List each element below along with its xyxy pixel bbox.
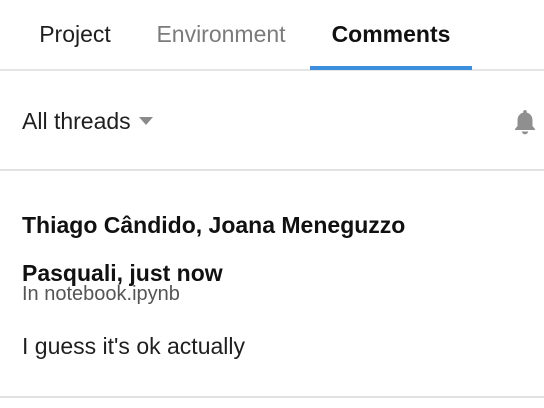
bell-icon[interactable] [510,107,540,137]
caret-down-icon [138,117,153,125]
thread-filter-dropdown[interactable]: All threads [22,101,153,141]
comments-panel: Project Environment Comments All threads… [0,0,544,408]
filter-bar: All threads [0,71,544,171]
active-tab-indicator [310,66,472,70]
tab-comments[interactable]: Comments [310,0,472,69]
tab-environment[interactable]: Environment [140,0,302,69]
thread-filter-label: All threads [22,107,131,134]
tab-project[interactable]: Project [20,0,130,69]
tab-bar: Project Environment Comments [0,0,544,71]
comment-body: I guess it's ok actually [22,333,245,359]
comment-thread[interactable]: Thiago Cândido, Joana Meneguzzo Pasquali… [0,171,544,398]
comment-location: In notebook.ipynb [22,283,180,305]
